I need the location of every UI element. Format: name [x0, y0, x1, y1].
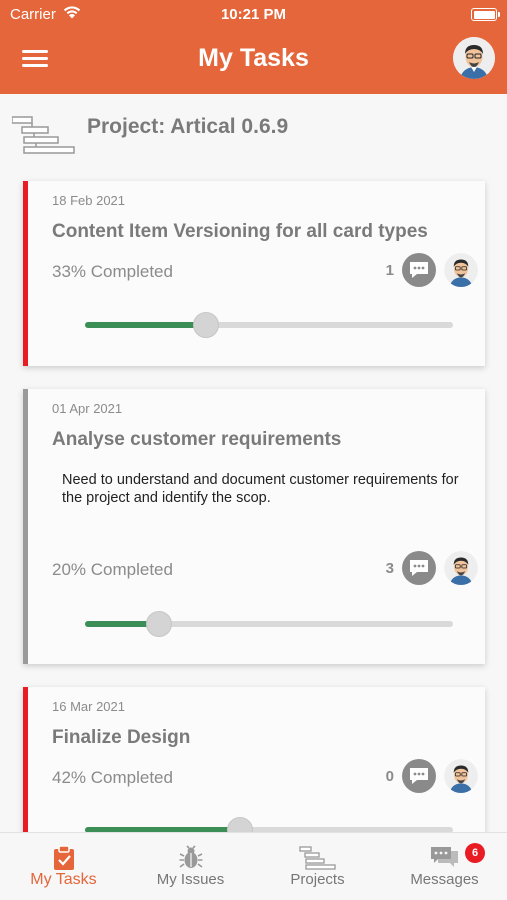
progress-slider-thumb[interactable] — [193, 312, 220, 338]
comment-count: 1 — [385, 262, 394, 279]
progress-slider[interactable] — [85, 312, 453, 338]
tab-label: My Tasks — [30, 871, 97, 888]
tab-my-tasks[interactable]: My Tasks — [0, 833, 127, 900]
user-avatar[interactable] — [453, 37, 495, 79]
task-card[interactable]: 16 Mar 2021 Finalize Design 42% Complete… — [23, 687, 485, 847]
tab-label: Projects — [290, 871, 345, 888]
clipboard-check-icon — [53, 845, 74, 870]
page-title: My Tasks — [198, 44, 309, 72]
task-card[interactable]: 18 Feb 2021 Content Item Versioning for … — [23, 181, 485, 366]
tab-my-issues[interactable]: My Issues — [127, 833, 254, 900]
app-header: Carrier 10:21 PM My Tasks — [0, 0, 507, 94]
status-time: 10:21 PM — [220, 6, 287, 23]
task-progress-text: 33% Completed — [52, 262, 173, 281]
assignee-avatar — [444, 759, 478, 793]
tab-messages[interactable]: Messages — [381, 833, 507, 900]
comment-count: 0 — [385, 768, 394, 785]
progress-slider-thumb[interactable] — [145, 611, 172, 637]
tab-label: My Issues — [156, 871, 225, 888]
task-description: Need to understand and document customer… — [62, 472, 459, 506]
task-progress-text: 20% Completed — [52, 560, 173, 579]
gantt-icon — [298, 846, 336, 870]
project-title: Project: Artical 0.6.9 — [87, 115, 289, 138]
comments-icon[interactable] — [402, 551, 436, 585]
assignee-avatar — [444, 551, 478, 585]
chat-icon — [430, 847, 458, 867]
task-due-date: 18 Feb 2021 — [52, 193, 126, 208]
assignee-avatar — [444, 253, 478, 287]
progress-fill — [85, 322, 207, 328]
tab-label: Messages — [410, 871, 479, 888]
bug-icon — [179, 845, 202, 868]
progress-slider[interactable] — [85, 611, 453, 637]
messages-badge: 6 — [465, 843, 485, 863]
task-card[interactable]: 01 Apr 2021 Analyse customer requirement… — [23, 389, 485, 664]
status-bar: Carrier 10:21 PM — [0, 0, 507, 30]
task-title: Content Item Versioning for all card typ… — [52, 221, 428, 242]
tab-bar: My Tasks My Issues Projects Messages — [0, 832, 507, 900]
task-progress-text: 42% Completed — [52, 768, 173, 787]
task-title: Finalize Design — [52, 727, 191, 748]
gantt-icon — [12, 116, 75, 154]
battery-icon — [471, 8, 500, 21]
comment-count: 3 — [385, 560, 394, 577]
task-title: Analyse customer requirements — [52, 429, 342, 450]
comments-icon[interactable] — [402, 759, 436, 793]
task-due-date: 01 Apr 2021 — [52, 401, 123, 416]
comments-icon[interactable] — [402, 253, 436, 287]
task-due-date: 16 Mar 2021 — [52, 699, 125, 714]
project-header[interactable]: Project: Artical 0.6.9 — [0, 106, 507, 156]
tab-projects[interactable]: Projects — [254, 833, 381, 900]
